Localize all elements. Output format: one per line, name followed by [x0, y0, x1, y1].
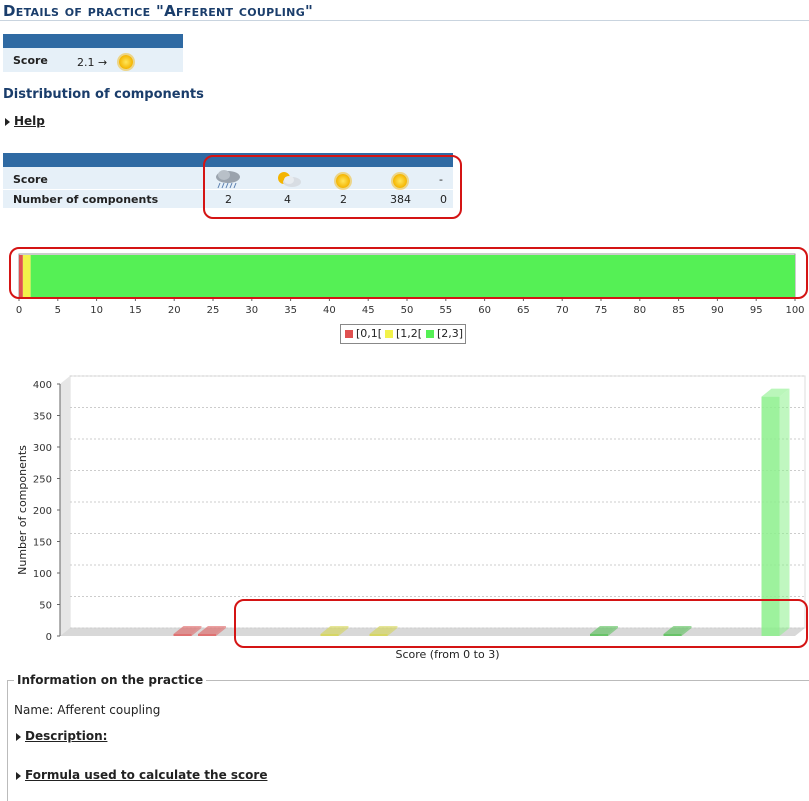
expand-triangle-icon: [5, 117, 10, 126]
x-tick-label: 80: [633, 305, 646, 316]
x-tick-label: 60: [478, 305, 491, 316]
chart-legend: [0,1[ [1,2[ [2,3]: [340, 324, 466, 344]
x-tick-label: 5: [55, 305, 61, 316]
x-tick-label: 35: [284, 305, 297, 316]
help-link[interactable]: Help: [5, 114, 45, 128]
info-section: [7, 680, 809, 801]
score-summary-row: Score 2.1 →: [3, 48, 183, 73]
legend-swatch: [345, 330, 353, 338]
description-link-label: Description:: [25, 729, 108, 743]
legend-item: [2,3]: [426, 327, 463, 340]
formula-link-label: Formula used to calculate the score: [25, 768, 268, 782]
x-tick-label: 30: [245, 305, 258, 316]
formula-link[interactable]: Formula used to calculate the score: [16, 768, 267, 782]
info-legend: Information on the practice: [14, 673, 207, 687]
x-tick-label: 25: [207, 305, 220, 316]
x-tick-label: 70: [556, 305, 569, 316]
legend-item: [1,2[: [385, 327, 422, 340]
y-tick-label: 50: [39, 601, 52, 612]
histogram-bar: [198, 634, 216, 636]
section-title: Distribution of components: [3, 87, 204, 102]
legend-swatch: [385, 330, 393, 338]
y-tick-label: 250: [33, 475, 52, 486]
x-tick-label: 0: [16, 305, 22, 316]
page-title: Details of practice "Afferent coupling": [3, 2, 314, 20]
x-tick-label: 75: [595, 305, 608, 316]
distribution-count-label: Number of components: [13, 193, 159, 206]
score-summary-table: Score 2.1 →: [3, 34, 183, 73]
y-tick-label: 400: [33, 380, 52, 391]
x-tick-label: 20: [168, 305, 181, 316]
x-tick-label: 45: [362, 305, 375, 316]
x-tick-label: 55: [439, 305, 452, 316]
practice-name: Name: Afferent coupling: [14, 703, 161, 717]
y-axis-label: Number of components: [16, 445, 29, 575]
x-tick-label: 40: [323, 305, 336, 316]
highlight-box: [9, 247, 808, 299]
highlight-box: [203, 155, 462, 219]
x-tick-label: 85: [672, 305, 685, 316]
x-tick-label: 100: [785, 305, 804, 316]
expand-triangle-icon: [16, 771, 21, 780]
x-tick-label: 50: [401, 305, 414, 316]
y-tick-label: 100: [33, 569, 52, 580]
plot-side-wall: [60, 376, 70, 636]
x-axis-label: Score (from 0 to 3): [395, 648, 499, 661]
y-tick-label: 150: [33, 538, 52, 549]
x-tick-label: 10: [90, 305, 103, 316]
y-tick-label: 200: [33, 506, 52, 517]
x-tick-label: 90: [711, 305, 724, 316]
histogram-bar: [173, 634, 192, 636]
legend-item: [0,1[: [345, 327, 382, 340]
y-tick-label: 350: [33, 412, 52, 423]
x-tick-label: 95: [750, 305, 763, 316]
y-tick-label: 300: [33, 443, 52, 454]
title-divider: [0, 20, 809, 21]
score-summary-header: [3, 34, 183, 48]
distribution-score-label: Score: [13, 173, 48, 186]
score-value: 2.1 →: [77, 56, 108, 69]
expand-triangle-icon: [16, 732, 21, 741]
legend-swatch: [426, 330, 434, 338]
highlight-box: [234, 599, 808, 648]
y-tick-label: 0: [46, 632, 52, 643]
x-tick-label: 15: [129, 305, 142, 316]
score-label: Score: [13, 54, 48, 67]
help-link-label: Help: [14, 114, 45, 128]
x-tick-label: 65: [517, 305, 530, 316]
description-link[interactable]: Description:: [16, 729, 107, 743]
